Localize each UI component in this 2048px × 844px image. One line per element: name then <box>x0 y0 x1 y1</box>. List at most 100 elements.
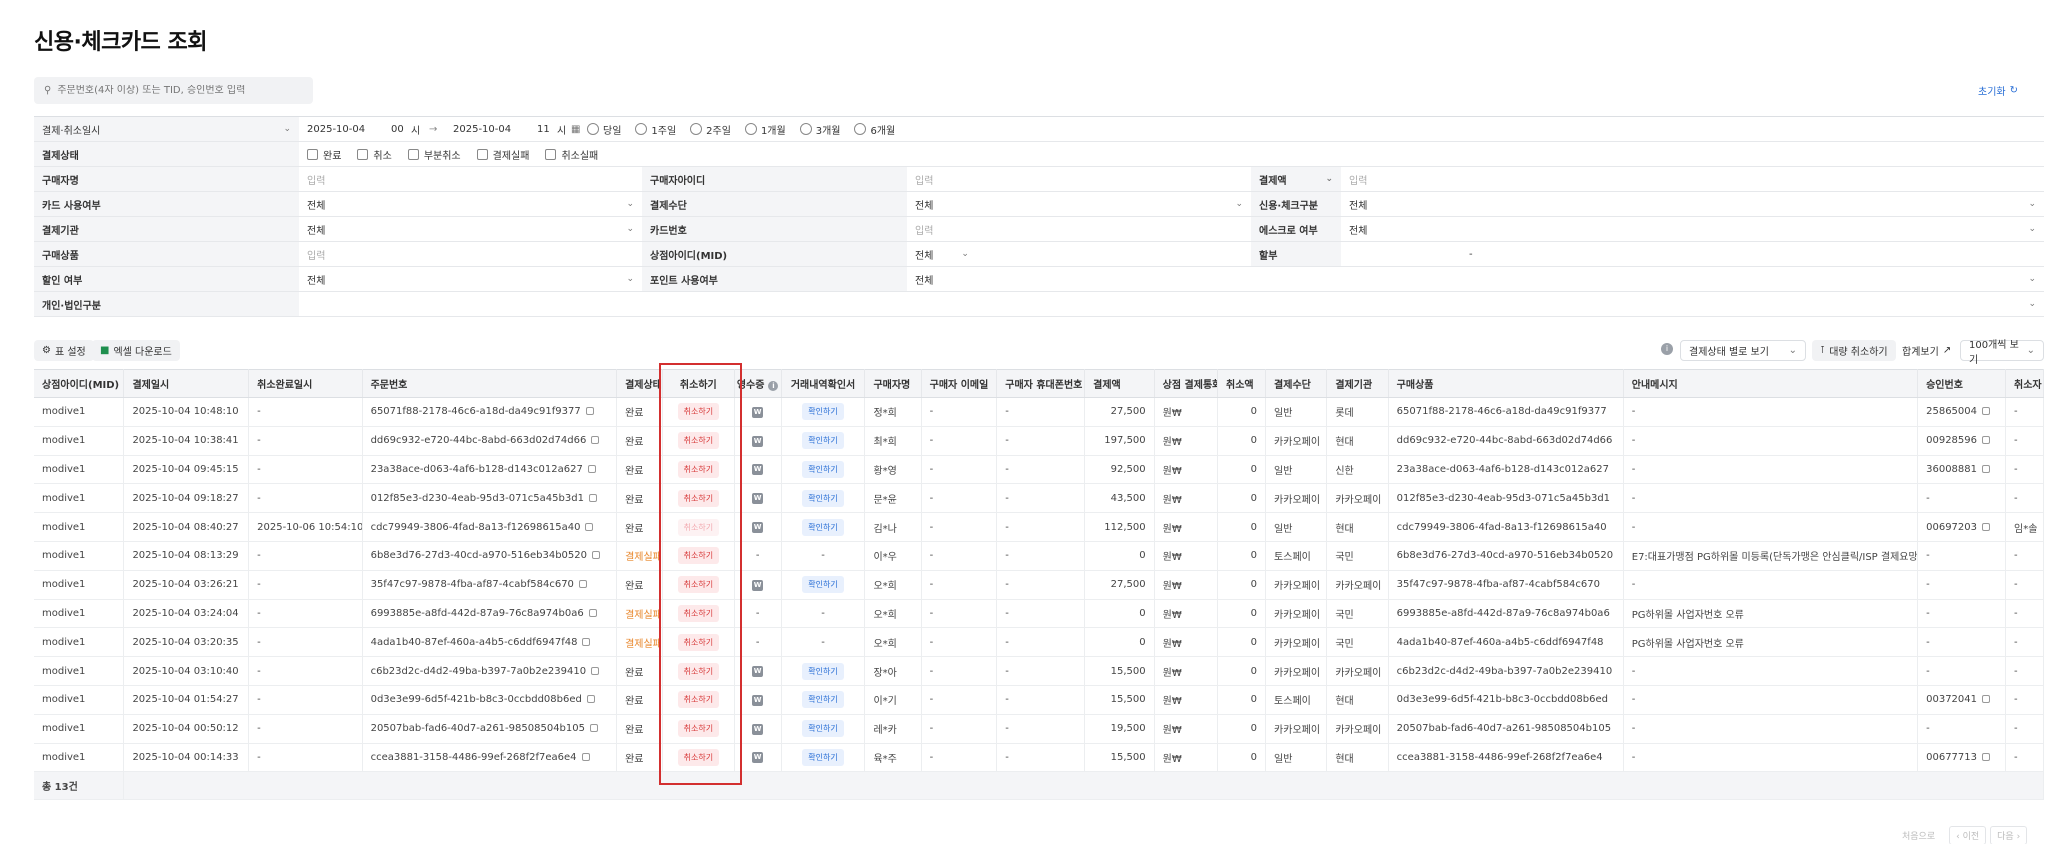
table-row[interactable]: modive1 2025-10-04 00:50:12-20507bab-fad6… <box>34 714 2044 744</box>
table-row[interactable]: modive1 2025-10-04 10:38:41- dd69c932-e720… <box>34 426 2044 456</box>
copy-icon[interactable] <box>1982 522 1991 531</box>
cancel-button[interactable]: 취소하기 <box>677 576 720 594</box>
copy-icon[interactable] <box>1982 695 1991 704</box>
period-3month[interactable]: 3개월 <box>799 122 840 137</box>
confirm-button[interactable]: 확인하기 <box>802 720 844 738</box>
point-select[interactable]: 전체 ⌄ <box>907 267 2044 291</box>
table-row[interactable]: modive1 2025-10-04 09:45:15-23a38ace-d063… <box>34 455 2044 485</box>
copy-icon[interactable] <box>586 695 595 704</box>
prev-page-button[interactable]: ‹ 이전 <box>1949 825 1987 844</box>
status-cancel-checkbox[interactable]: 취소 <box>357 147 392 162</box>
copy-icon[interactable] <box>590 724 598 733</box>
cancel-button[interactable]: 취소하기 <box>677 460 720 478</box>
search-box[interactable]: ⚲ <box>34 77 313 104</box>
copy-icon[interactable] <box>1982 464 1991 473</box>
receipt-icon[interactable]: W <box>752 579 764 591</box>
confirm-button[interactable]: 확인하기 <box>802 403 844 421</box>
cancel-button[interactable]: 취소하기 <box>677 662 720 680</box>
status-complete-checkbox[interactable]: 완료 <box>307 147 341 162</box>
confirm-button[interactable]: 확인하기 <box>802 691 844 709</box>
cancel-button[interactable]: 취소하기 <box>677 691 720 709</box>
copy-icon[interactable] <box>1982 752 1991 761</box>
escrow-select[interactable]: 전체 ⌄ <box>1341 217 2044 241</box>
pay-org-select[interactable]: 전체 ⌄ <box>299 217 642 241</box>
card-no-input[interactable]: 입력 <box>907 217 1251 241</box>
table-row[interactable]: modive1 2025-10-04 03:24:04-6993885e-a8fd… <box>34 599 2044 629</box>
receipt-icon[interactable]: W <box>752 522 764 534</box>
copy-icon[interactable] <box>585 522 594 531</box>
status-cancel-fail-checkbox[interactable]: 취소실패 <box>545 147 598 162</box>
discount-select[interactable]: 전체 ⌄ <box>299 267 642 291</box>
table-row[interactable]: modive1 2025-10-04 00:14:33- ccea3881-3158… <box>34 743 2044 773</box>
receipt-icon[interactable]: W <box>752 464 764 476</box>
excel-download-button[interactable]: ■ 엑셀 다운로드 <box>92 340 180 361</box>
copy-icon[interactable] <box>581 752 590 761</box>
start-hour[interactable]: 00 <box>391 124 411 135</box>
cancel-button[interactable]: 취소하기 <box>677 748 720 766</box>
calendar-icon[interactable]: ▦ <box>571 124 587 135</box>
copy-icon[interactable] <box>591 666 600 675</box>
copy-icon[interactable] <box>587 464 596 473</box>
receipt-icon[interactable]: W <box>752 694 764 706</box>
first-page-button[interactable]: 처음으로 <box>1902 829 1935 842</box>
cancel-button[interactable]: 취소하기 <box>677 547 720 565</box>
info-icon[interactable]: i <box>768 381 779 391</box>
amount-input[interactable]: 입력 <box>1341 167 2044 191</box>
confirm-button[interactable]: 확인하기 <box>802 460 844 478</box>
end-date[interactable]: 2025-10-04 <box>453 124 537 135</box>
copy-icon[interactable] <box>588 493 597 502</box>
pay-method-select[interactable]: 전체 ⌄ <box>907 192 1251 216</box>
personal-corp-select[interactable]: ⌄ <box>299 292 2044 316</box>
cancel-button[interactable]: 취소하기 <box>677 489 720 507</box>
copy-icon[interactable] <box>592 551 600 560</box>
receipt-icon[interactable]: W <box>752 435 764 447</box>
receipt-icon[interactable]: W <box>752 406 764 418</box>
reset-button[interactable]: 초기화 ↻ <box>1978 83 2048 98</box>
table-row[interactable]: modive1 2025-10-04 08:40:27 2025-10-06 10:… <box>34 512 2044 542</box>
date-type-select[interactable]: 결제·취소일시 ⌄ <box>34 117 299 141</box>
buyer-name-input[interactable]: 입력 <box>299 167 642 191</box>
table-row[interactable]: modive1 2025-10-04 01:54:27-0d3e3e99-6d5f… <box>34 685 2044 715</box>
cancel-button[interactable]: 취소하기 <box>677 604 720 622</box>
receipt-icon[interactable]: W <box>752 752 764 764</box>
receipt-icon[interactable]: W <box>752 493 764 505</box>
sum-view-button[interactable]: 합계보기 ↗ <box>1894 340 1959 361</box>
confirm-button[interactable]: 확인하기 <box>802 748 844 766</box>
copy-icon[interactable] <box>585 407 594 416</box>
copy-icon[interactable] <box>591 436 600 445</box>
start-date[interactable]: 2025-10-04 <box>307 124 391 135</box>
confirm-button[interactable]: 확인하기 <box>802 662 844 680</box>
copy-icon[interactable] <box>588 608 597 617</box>
page-size-select[interactable]: 100개씩 보기 ⌄ <box>1960 340 2044 366</box>
search-input[interactable] <box>57 85 308 96</box>
cancel-button[interactable]: 취소하기 <box>677 633 720 651</box>
period-1month[interactable]: 1개월 <box>744 122 786 137</box>
product-input[interactable]: 입력 <box>299 242 642 266</box>
card-use-select[interactable]: 전체 ⌄ <box>299 192 642 216</box>
copy-icon[interactable] <box>578 580 587 589</box>
cancel-button[interactable]: 취소하기 <box>677 518 720 536</box>
copy-icon[interactable] <box>582 637 591 646</box>
next-page-button[interactable]: 다음 › <box>1990 825 2028 844</box>
period-6month[interactable]: 6개월 <box>854 122 895 137</box>
cancel-button[interactable]: 취소하기 <box>677 403 720 421</box>
confirm-button[interactable]: 확인하기 <box>802 576 844 594</box>
table-settings-button[interactable]: ⚙ 표 설정 <box>34 340 94 361</box>
period-today[interactable]: 당일 <box>587 122 621 137</box>
period-2week[interactable]: 2주일 <box>690 122 731 137</box>
confirm-button[interactable]: 확인하기 <box>802 489 844 507</box>
cancel-button[interactable]: 취소하기 <box>677 720 720 738</box>
status-view-select[interactable]: 결제상태 별로 보기 ⌄ <box>1680 340 1806 361</box>
credit-check-select[interactable]: 전체 ⌄ <box>1341 192 2044 216</box>
status-pay-fail-checkbox[interactable]: 결제실패 <box>476 147 529 162</box>
bulk-cancel-button[interactable]: ⊺ 대량 취소하기 <box>1812 340 1896 361</box>
cancel-button[interactable]: 취소하기 <box>677 432 720 450</box>
amount-select[interactable]: 결제액 ⌄ <box>1251 167 1341 191</box>
copy-icon[interactable] <box>1982 407 1991 416</box>
table-row[interactable]: modive1 2025-10-04 08:13:29-6b8e3d76-27d3… <box>34 541 2044 571</box>
installment-select[interactable]: - <box>1341 242 2044 266</box>
table-row[interactable]: modive1 2025-10-04 03:20:35-4ada1b40-87ef… <box>34 627 2044 658</box>
end-hour[interactable]: 11 <box>537 124 557 135</box>
confirm-button[interactable]: 확인하기 <box>802 518 844 536</box>
buyer-id-input[interactable]: 입력 <box>907 167 1251 191</box>
